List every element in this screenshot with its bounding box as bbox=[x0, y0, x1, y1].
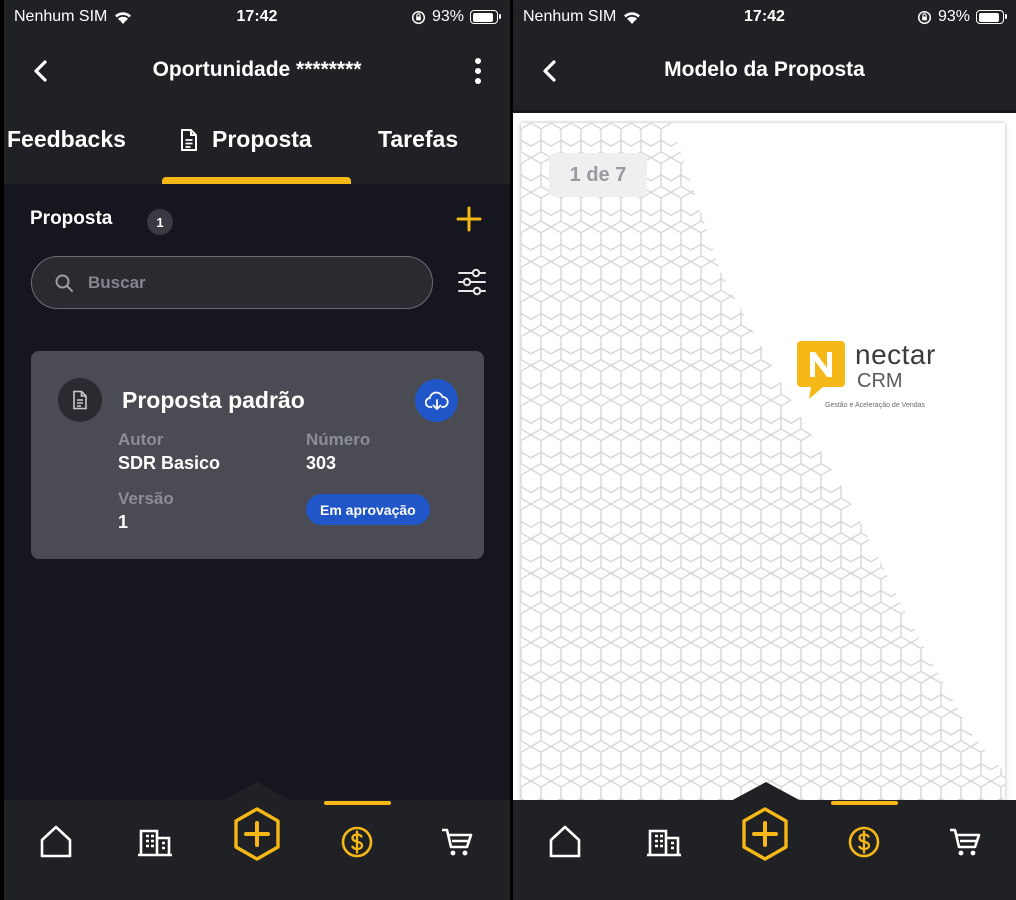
page-counter: 1 de 7 bbox=[549, 153, 647, 197]
dollar-icon[interactable] bbox=[337, 822, 377, 862]
more-options-icon[interactable] bbox=[468, 56, 488, 86]
proposal-viewer-screen: Nenhum SIM 17:42 93% Modelo da Proposta bbox=[513, 0, 1016, 900]
autor-value: SDR Basico bbox=[118, 453, 221, 473]
cart-icon[interactable] bbox=[945, 822, 985, 862]
active-nav-indicator bbox=[831, 801, 898, 805]
autor-label: Autor bbox=[118, 430, 164, 449]
active-nav-indicator bbox=[324, 801, 391, 805]
search-box bbox=[31, 256, 433, 309]
tab-feedbacks[interactable]: Feedbacks bbox=[7, 126, 126, 153]
tab-feedbacks-label: Feedbacks bbox=[7, 126, 126, 152]
count-badge: 1 bbox=[147, 209, 173, 235]
tab-tarefas-label: Tarefas bbox=[378, 126, 459, 152]
tab-bar: Feedbacks Proposta Tarefas bbox=[4, 110, 510, 184]
versao-label: Versão bbox=[118, 489, 174, 508]
versao-value: 1 bbox=[118, 512, 129, 532]
add-hexagon-icon[interactable] bbox=[228, 805, 286, 863]
status-right: 93% bbox=[411, 8, 501, 26]
section-title: Proposta bbox=[30, 208, 113, 229]
orientation-lock-icon bbox=[411, 10, 426, 24]
section-header: Proposta 1 bbox=[30, 206, 486, 236]
numero-value: 303 bbox=[306, 453, 337, 473]
proposal-card[interactable]: Proposta padrão Autor SDR Basico Número … bbox=[31, 351, 484, 559]
tab-proposta-label: Proposta bbox=[212, 126, 312, 152]
proposal-title: Proposta padrão bbox=[122, 387, 305, 413]
app-header: Modelo da Proposta bbox=[513, 34, 1016, 110]
search-input[interactable] bbox=[88, 272, 388, 293]
nectar-logo: nectar CRM Gestão e Aceleração de Vendas bbox=[797, 339, 957, 419]
logo-crm: CRM bbox=[857, 370, 903, 392]
document-page: 1 de 7 nectar CRM Gestão e Aceleração de… bbox=[521, 123, 1005, 800]
battery-icon bbox=[976, 10, 1007, 24]
orientation-lock-icon bbox=[917, 10, 932, 24]
logo-tagline: Gestão e Aceleração de Vendas bbox=[825, 402, 926, 409]
bottom-nav bbox=[513, 782, 1016, 900]
document-icon bbox=[73, 390, 87, 410]
dollar-icon[interactable] bbox=[844, 822, 884, 862]
app-header: Oportunidade ******** bbox=[4, 34, 510, 110]
download-button[interactable] bbox=[415, 379, 458, 422]
page-title: Oportunidade ******** bbox=[152, 58, 362, 81]
status-right: 93% bbox=[917, 8, 1007, 26]
logo-word: nectar bbox=[855, 339, 936, 370]
hexagon-pattern bbox=[521, 123, 1005, 800]
buildings-icon[interactable] bbox=[135, 822, 175, 862]
status-bar: Nenhum SIM 17:42 93% bbox=[4, 0, 510, 34]
bottom-nav bbox=[4, 782, 510, 900]
add-proposal-button[interactable] bbox=[454, 204, 484, 234]
page-title: Modelo da Proposta bbox=[664, 58, 865, 81]
proposal-avatar bbox=[58, 378, 102, 422]
tab-tarefas[interactable]: Tarefas bbox=[378, 126, 458, 153]
status-badge: Em aprovação bbox=[306, 494, 430, 525]
battery-percent: 93% bbox=[937, 8, 970, 25]
home-icon[interactable] bbox=[545, 822, 585, 862]
filter-icon[interactable] bbox=[456, 266, 488, 298]
document-icon bbox=[181, 128, 197, 151]
opportunity-screen: Nenhum SIM 17:42 93% Oportunidade ******… bbox=[4, 0, 510, 900]
battery-icon bbox=[470, 10, 501, 24]
nectar-n-icon bbox=[797, 341, 845, 399]
tab-proposta[interactable]: Proposta bbox=[178, 126, 312, 153]
add-hexagon-icon[interactable] bbox=[736, 805, 794, 863]
cart-icon[interactable] bbox=[437, 822, 477, 862]
cloud-download-icon bbox=[424, 391, 449, 410]
document-viewer[interactable]: 1 de 7 nectar CRM Gestão e Aceleração de… bbox=[513, 113, 1016, 800]
status-bar: Nenhum SIM 17:42 93% bbox=[513, 0, 1016, 34]
numero-label: Número bbox=[306, 430, 371, 449]
battery-percent: 93% bbox=[431, 8, 464, 25]
buildings-icon[interactable] bbox=[644, 822, 684, 862]
search-icon bbox=[55, 274, 73, 292]
active-tab-indicator bbox=[162, 177, 351, 184]
home-icon[interactable] bbox=[36, 822, 76, 862]
